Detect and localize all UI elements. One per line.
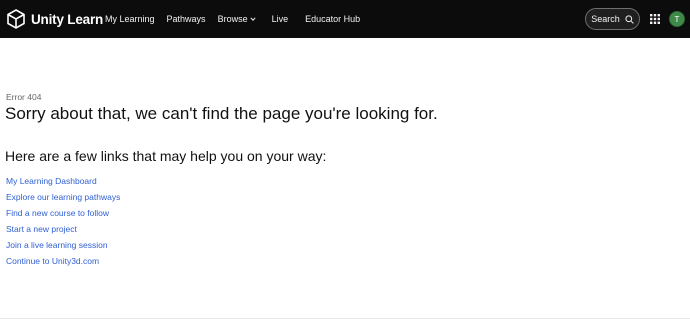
nav-label: Pathways <box>166 14 206 24</box>
links-heading: Here are a few links that may help you o… <box>5 148 327 164</box>
helpful-links-list: My Learning Dashboard Explore our learni… <box>6 175 120 271</box>
unity-logo-icon <box>7 9 25 29</box>
apps-grid-icon[interactable] <box>650 14 660 24</box>
search-icon <box>625 14 634 24</box>
error-code: Error 404 <box>6 92 42 102</box>
main-nav: My Learning Pathways Browse Live Educato… <box>105 0 360 38</box>
link-my-learning-dashboard[interactable]: My Learning Dashboard <box>6 175 120 191</box>
nav-label: Browse <box>217 14 248 24</box>
nav-educator-hub[interactable]: Educator Hub <box>305 14 360 24</box>
link-start-new-project[interactable]: Start a new project <box>6 223 120 239</box>
link-explore-learning-pathways[interactable]: Explore our learning pathways <box>6 191 120 207</box>
top-navigation-bar: Unity Learn My Learning Pathways Browse … <box>0 0 690 38</box>
link-continue-unity3d[interactable]: Continue to Unity3d.com <box>6 255 120 271</box>
page-title: Sorry about that, we can't find the page… <box>5 104 438 123</box>
logo-text: Unity Learn <box>31 11 104 27</box>
nav-pathways[interactable]: Pathways <box>167 14 206 24</box>
search-label: Search <box>591 14 620 24</box>
link-find-new-course[interactable]: Find a new course to follow <box>6 207 120 223</box>
footer-divider <box>0 318 690 319</box>
search-button[interactable]: Search <box>585 8 640 30</box>
nav-label: Educator Hub <box>305 14 361 24</box>
avatar-initial: T <box>674 14 680 24</box>
nav-label: Live <box>271 14 289 24</box>
nav-browse[interactable]: Browse <box>218 14 256 24</box>
user-avatar[interactable]: T <box>669 11 685 27</box>
nav-label: My Learning <box>105 14 155 24</box>
nav-live[interactable]: Live <box>272 14 289 24</box>
nav-my-learning[interactable]: My Learning <box>105 14 155 24</box>
unity-learn-logo[interactable]: Unity Learn <box>6 9 103 29</box>
chevron-down-icon <box>250 17 256 21</box>
link-join-live-session[interactable]: Join a live learning session <box>6 239 120 255</box>
